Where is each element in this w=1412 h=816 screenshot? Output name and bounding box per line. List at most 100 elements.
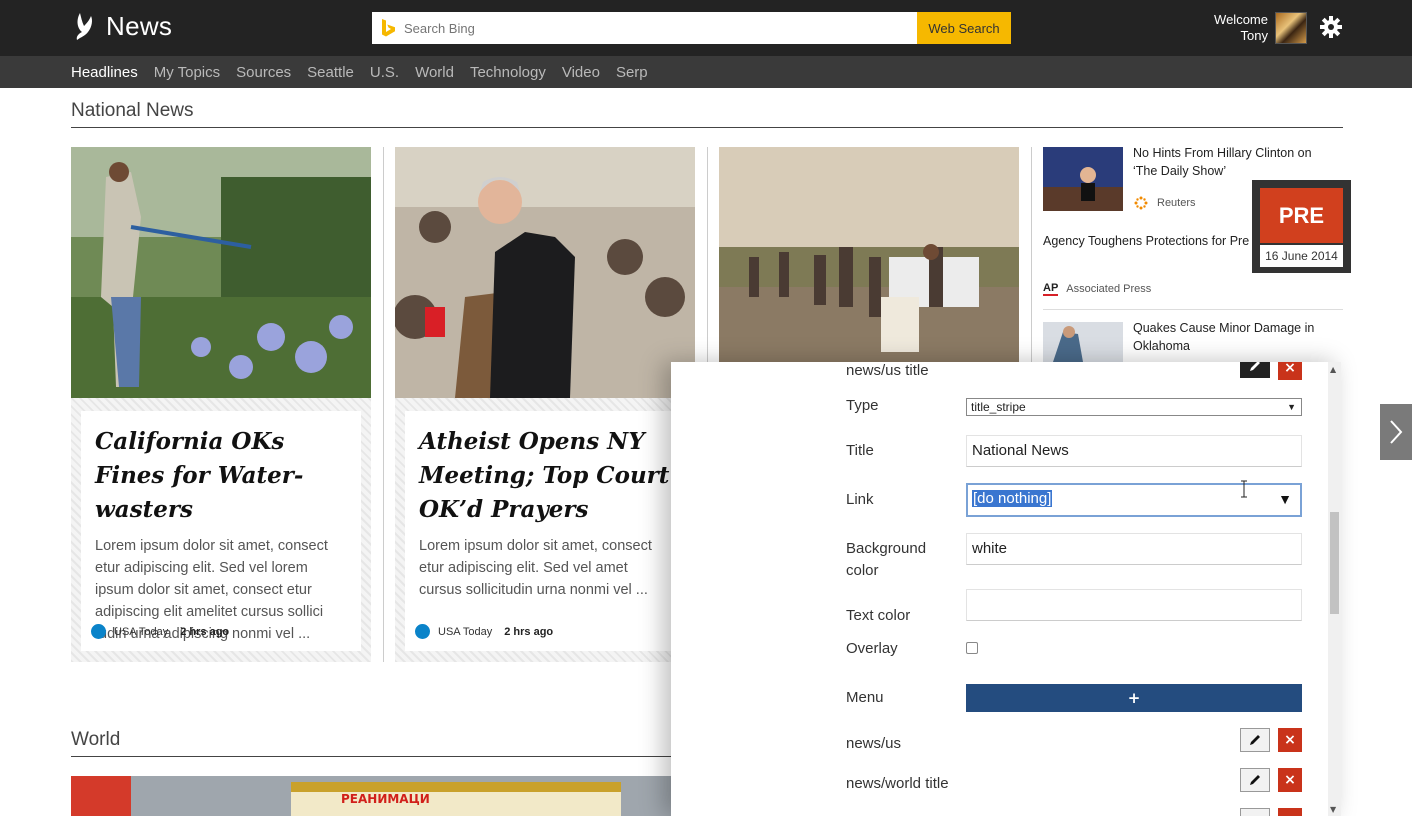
- usa-today-logo-icon: [415, 624, 430, 639]
- scrollbar-thumb[interactable]: [1330, 512, 1339, 614]
- pre-release-badge: PRE 16 June 2014: [1252, 180, 1351, 273]
- text-color-label: Text color: [846, 607, 911, 624]
- story-image-protest[interactable]: [719, 147, 1019, 362]
- story-thumbnail[interactable]: [1043, 322, 1123, 362]
- section-title-world[interactable]: World: [71, 729, 120, 751]
- link-select[interactable]: [do nothing] ▼: [966, 483, 1302, 517]
- scroll-down-icon[interactable]: ▼: [1330, 805, 1336, 814]
- text-color-input[interactable]: [966, 589, 1302, 621]
- menu-label: Menu: [846, 689, 884, 706]
- story-source: AP Associated Press: [1043, 282, 1151, 296]
- section-divider: [71, 127, 1343, 128]
- column-divider: [1031, 147, 1032, 362]
- nav-sources[interactable]: Sources: [236, 64, 291, 81]
- story-headline[interactable]: No Hints From Hillary Clinton on ‘The Da…: [1133, 144, 1338, 180]
- layout-editor-panel: news/us title × Type title_stripe ▼ Titl…: [671, 362, 1341, 816]
- pencil-icon: [1250, 735, 1260, 745]
- delete-button[interactable]: ×: [1278, 768, 1302, 792]
- story-source: Reuters: [1133, 195, 1196, 211]
- background-color-input[interactable]: white: [966, 533, 1302, 565]
- news-card[interactable]: Atheist Opens NY Meeting; Top Court OK’d…: [395, 147, 695, 662]
- type-select[interactable]: title_stripe ▼: [966, 398, 1302, 416]
- nav-technology[interactable]: Technology: [470, 64, 546, 81]
- column-divider: [383, 147, 384, 662]
- close-icon: ×: [1284, 732, 1296, 748]
- delete-button[interactable]: ×: [1278, 362, 1302, 380]
- edit-button[interactable]: [1240, 728, 1270, 752]
- bing-icon: [382, 19, 395, 37]
- app-logo[interactable]: News: [72, 10, 172, 42]
- welcome-text: Welcome Tony: [1214, 12, 1268, 44]
- delete-button[interactable]: [1278, 808, 1302, 816]
- edit-button[interactable]: [1240, 808, 1270, 816]
- link-value: [do nothing]: [972, 490, 1053, 507]
- pre-date: 16 June 2014: [1260, 245, 1343, 267]
- timestamp: 2 hrs ago: [180, 625, 230, 638]
- news-card[interactable]: California OKs Fines for Water-wasters L…: [71, 147, 371, 662]
- background-color-label: Background color: [846, 540, 927, 579]
- nav-headlines[interactable]: Headlines: [71, 64, 138, 81]
- overlay-label: Overlay: [846, 640, 898, 657]
- timestamp: 2 hrs ago: [504, 625, 554, 638]
- story-headline[interactable]: Quakes Cause Minor Damage in Oklahoma: [1133, 319, 1338, 355]
- nav-serp[interactable]: Serp: [616, 64, 648, 81]
- close-icon: ×: [1284, 772, 1296, 788]
- close-icon: ×: [1284, 362, 1296, 376]
- card-title[interactable]: Atheist Opens NY Meeting; Top Court OK’d…: [419, 425, 671, 527]
- nav-us[interactable]: U.S.: [370, 64, 399, 81]
- source-name[interactable]: Associated Press: [1066, 283, 1151, 295]
- card-body: Atheist Opens NY Meeting; Top Court OK’d…: [405, 411, 685, 651]
- card-source: USA Today 2 hrs ago: [91, 624, 229, 639]
- type-value: title_stripe: [971, 400, 1026, 414]
- section-title-national[interactable]: National News: [71, 100, 194, 122]
- pencil-icon: [1250, 362, 1260, 371]
- nav-seattle[interactable]: Seattle: [307, 64, 354, 81]
- avatar[interactable]: [1275, 12, 1307, 44]
- delete-button[interactable]: ×: [1278, 728, 1302, 752]
- divider: [1043, 309, 1343, 310]
- welcome-label: Welcome: [1214, 12, 1268, 27]
- story-image-water[interactable]: [71, 147, 371, 398]
- add-menu-item-button[interactable]: +: [966, 684, 1302, 712]
- web-search-button[interactable]: Web Search: [917, 12, 1011, 44]
- scroll-up-icon[interactable]: ▲: [1330, 365, 1336, 374]
- story-image-meeting[interactable]: [395, 147, 695, 398]
- title-input[interactable]: National News: [966, 435, 1302, 467]
- section-divider: [71, 756, 671, 757]
- story-image-ambulance[interactable]: РЕАНИМАЦИ: [71, 776, 671, 816]
- edit-button[interactable]: [1240, 362, 1270, 378]
- pencil-icon: [1250, 775, 1260, 785]
- user-name: Tony: [1240, 28, 1268, 43]
- source-name[interactable]: Reuters: [1157, 197, 1196, 209]
- title-label: Title: [846, 442, 874, 459]
- overlay-checkbox[interactable]: [966, 642, 978, 654]
- gear-icon[interactable]: [1320, 16, 1342, 38]
- pre-label: PRE: [1260, 188, 1343, 243]
- ap-logo-icon: AP: [1043, 282, 1059, 296]
- top-bar: News Web Search Welcome Tony: [0, 0, 1412, 56]
- reuters-logo-icon: [1134, 196, 1148, 210]
- usa-today-logo-icon: [91, 624, 106, 639]
- story-headline[interactable]: Agency Toughens Protections for Pre: [1043, 232, 1253, 250]
- story-thumbnail[interactable]: [1043, 147, 1123, 211]
- search-input[interactable]: [398, 13, 918, 43]
- search-box: [372, 12, 918, 44]
- link-label: Link: [846, 491, 874, 508]
- card-title[interactable]: California OKs Fines for Water-wasters: [95, 425, 347, 527]
- next-page-button[interactable]: [1380, 404, 1412, 460]
- edit-button[interactable]: [1240, 768, 1270, 792]
- menu-item-label: news/world title: [846, 775, 949, 792]
- text-cursor-icon: [1241, 480, 1247, 498]
- source-name[interactable]: USA Today: [114, 626, 168, 638]
- nav-world[interactable]: World: [415, 64, 454, 81]
- scrollbar[interactable]: ▲ ▼: [1328, 362, 1341, 816]
- nav-video[interactable]: Video: [562, 64, 600, 81]
- editor-header-label: news/us title: [846, 362, 929, 379]
- source-name[interactable]: USA Today: [438, 626, 492, 638]
- category-nav: Headlines My Topics Sources Seattle U.S.…: [0, 56, 1412, 88]
- chevron-right-icon: [1390, 420, 1403, 444]
- dropdown-arrow-icon: ▼: [1278, 491, 1292, 507]
- app-title: News: [106, 10, 173, 41]
- dropdown-arrow-icon: ▼: [1287, 402, 1296, 412]
- nav-my-topics[interactable]: My Topics: [154, 64, 220, 81]
